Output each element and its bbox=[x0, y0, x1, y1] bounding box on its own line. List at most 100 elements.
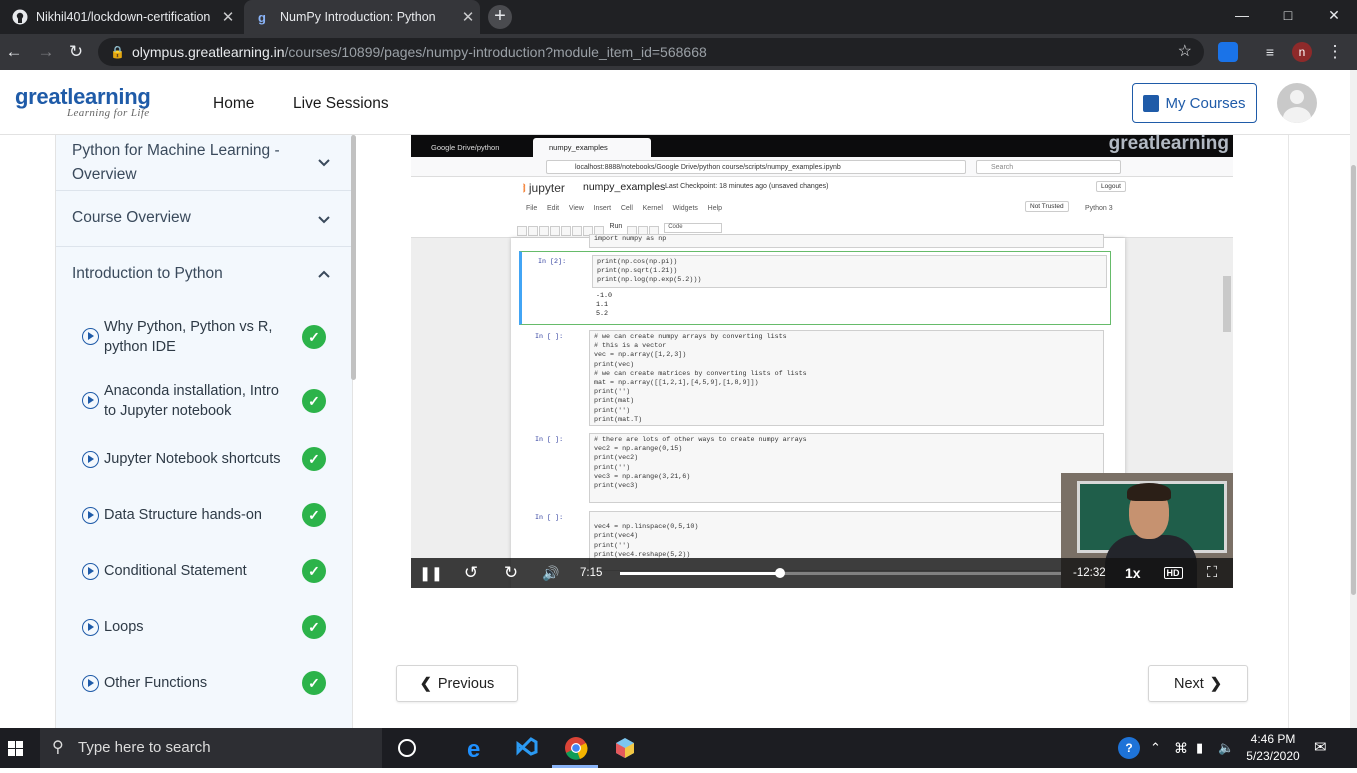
check-icon: ✓ bbox=[302, 615, 326, 639]
section-intro-python[interactable]: Introduction to Python bbox=[56, 247, 352, 303]
user-avatar[interactable] bbox=[1277, 83, 1317, 123]
tab-title: NumPy Introduction: Python bbox=[280, 10, 436, 24]
back-icon[interactable]: ← bbox=[2, 40, 26, 64]
video-player[interactable]: Google Drive/python course/s numpy_examp… bbox=[411, 135, 1233, 588]
wifi-icon[interactable]: ⌘ bbox=[1174, 728, 1188, 768]
system-clock[interactable]: 4:46 PM 5/23/2020 bbox=[1240, 731, 1306, 765]
play-circle-icon bbox=[82, 328, 99, 345]
notebook-cell-selected: In [2]: print(np.cos(np.pi)) print(np.sq… bbox=[519, 251, 1111, 325]
check-icon: ✓ bbox=[302, 559, 326, 583]
chevron-right-icon: ❯ bbox=[1209, 675, 1222, 692]
browser-tab-numpy[interactable]: g NumPy Introduction: Python ✕ bbox=[244, 0, 480, 34]
fullscreen-icon[interactable]: ⛶ bbox=[1201, 558, 1223, 588]
chevron-left-icon: ❮ bbox=[419, 675, 432, 692]
svg-text:g: g bbox=[258, 10, 266, 25]
video-browser-tabs: Google Drive/python course/s numpy_examp… bbox=[411, 135, 1233, 171]
seek-progress bbox=[620, 572, 781, 575]
next-button[interactable]: Next ❯ bbox=[1148, 665, 1248, 702]
video-search: Search bbox=[976, 160, 1121, 174]
playback-speed-button[interactable]: 1x bbox=[1125, 558, 1141, 588]
close-window-icon[interactable]: ✕ bbox=[1311, 0, 1357, 30]
captions-icon[interactable]: HD bbox=[1163, 558, 1183, 588]
lesson-title: Anaconda installation, Intro to Jupyter … bbox=[104, 383, 279, 419]
task-view-icon[interactable] bbox=[395, 736, 419, 760]
page-scrollbar[interactable] bbox=[1350, 70, 1357, 728]
video-address-bar: localhost:8888/notebooks/Google Drive/py… bbox=[411, 157, 1233, 177]
section-title: Course Overview bbox=[72, 209, 191, 226]
notebook-cell: In [ ]: # we can create numpy arrays by … bbox=[519, 330, 1111, 427]
nav-home[interactable]: Home bbox=[213, 95, 254, 113]
rewind-icon[interactable]: ↺ bbox=[459, 558, 483, 588]
jupyter-header: ⧘ jupyter numpy_examples Last Checkpoint… bbox=[411, 177, 1233, 238]
notebook-cell: In [ ]: # there are lots of other ways t… bbox=[519, 433, 1111, 503]
svg-text:e: e bbox=[467, 736, 480, 760]
lesson-title: Data Structure hands-on bbox=[104, 507, 262, 523]
lesson-title: Jupyter Notebook shortcuts bbox=[104, 451, 281, 467]
app-cube-icon[interactable] bbox=[613, 736, 637, 760]
play-circle-icon bbox=[82, 619, 99, 636]
url-path: /courses/10899/pages/numpy-introduction?… bbox=[284, 44, 707, 60]
seek-bar[interactable] bbox=[620, 568, 1061, 578]
nav-live-sessions[interactable]: Live Sessions bbox=[293, 95, 389, 113]
extension-icon[interactable] bbox=[1218, 42, 1238, 62]
browser-tab-strip: Nikhil401/lockdown-certification ✕ g Num… bbox=[0, 0, 1357, 34]
book-icon bbox=[1143, 94, 1160, 112]
help-icon[interactable]: ? bbox=[1118, 728, 1140, 768]
sidebar-scrollbar[interactable] bbox=[351, 135, 356, 380]
battery-icon[interactable]: ▮ bbox=[1196, 728, 1203, 768]
kernel-name: Python 3 bbox=[1085, 205, 1113, 212]
reload-icon[interactable]: ↻ bbox=[64, 40, 88, 64]
browser-tab-github[interactable]: Nikhil401/lockdown-certification ✕ bbox=[0, 0, 240, 34]
site-header: greatlearning Learning for Life Home Liv… bbox=[0, 70, 1357, 135]
my-courses-button[interactable]: My Courses bbox=[1132, 83, 1257, 123]
new-tab-button[interactable]: + bbox=[488, 5, 512, 29]
tray-chevron-icon[interactable]: ⌃ bbox=[1150, 728, 1161, 768]
search-icon: ⚲ bbox=[52, 739, 64, 756]
seek-handle[interactable] bbox=[775, 568, 786, 578]
check-icon: ✓ bbox=[302, 671, 326, 695]
section-course-overview[interactable]: Course Overview bbox=[56, 191, 352, 247]
profile-avatar[interactable]: n bbox=[1292, 42, 1312, 62]
pause-icon[interactable]: ❚❚ bbox=[419, 558, 443, 588]
volume-icon[interactable]: 🔊 bbox=[539, 558, 563, 588]
minimize-icon[interactable]: — bbox=[1219, 0, 1265, 30]
vscode-icon[interactable] bbox=[514, 736, 538, 760]
forward-icon[interactable]: ↻ bbox=[499, 558, 523, 588]
play-circle-icon bbox=[82, 563, 99, 580]
video-url: localhost:8888/notebooks/Google Drive/py… bbox=[546, 160, 966, 174]
lesson-title: Other Functions bbox=[104, 675, 208, 691]
forward-icon[interactable]: → bbox=[34, 40, 58, 64]
edge-icon[interactable]: e bbox=[465, 736, 489, 763]
notebook-cell: import numpy as np bbox=[519, 234, 1111, 248]
windows-start-icon[interactable] bbox=[0, 728, 38, 768]
taskbar: ⚲ Type here to search e ? ⌃ ⌘ ▮ 🔈 4:46 P… bbox=[0, 728, 1357, 768]
maximize-icon[interactable]: □ bbox=[1265, 0, 1311, 30]
chrome-icon[interactable] bbox=[564, 736, 588, 760]
remaining-time: -12:32 bbox=[1073, 567, 1106, 579]
taskbar-search[interactable]: ⚲ Type here to search bbox=[40, 728, 382, 768]
notifications-icon[interactable]: ✉ bbox=[1314, 728, 1327, 768]
bookmark-star-icon[interactable]: ☆ bbox=[1178, 38, 1192, 66]
media-control-icon[interactable]: ≡ bbox=[1260, 42, 1280, 62]
section-python-ml-overview[interactable]: Python for Machine Learning - Overview bbox=[56, 135, 352, 191]
check-icon: ✓ bbox=[302, 325, 326, 349]
video-tab: Google Drive/python course/s bbox=[431, 143, 500, 171]
play-circle-icon bbox=[82, 507, 99, 524]
current-time: 7:15 bbox=[580, 567, 603, 579]
more-menu-icon[interactable]: ⋮ bbox=[1323, 40, 1347, 64]
close-tab-icon[interactable]: ✕ bbox=[216, 8, 240, 26]
volume-tray-icon[interactable]: 🔈 bbox=[1218, 728, 1234, 768]
close-tab-icon[interactable]: ✕ bbox=[456, 8, 480, 26]
url-field[interactable]: 🔒 olympus.greatlearning.in/courses/10899… bbox=[98, 38, 1204, 66]
jupyter-menu: File Edit View Insert Cell Kernel Widget… bbox=[526, 205, 723, 212]
page: greatlearning Learning for Life Home Liv… bbox=[0, 70, 1357, 728]
video-controls: ❚❚ ↺ ↻ 🔊 7:15 -12:32 1x HD ⛶ bbox=[411, 558, 1233, 588]
previous-button[interactable]: ❮ Previous bbox=[396, 665, 518, 702]
play-circle-icon bbox=[82, 675, 99, 692]
content-divider bbox=[1288, 135, 1289, 728]
greatlearning-watermark: greatlearning bbox=[1108, 135, 1229, 154]
check-icon: ✓ bbox=[302, 447, 326, 471]
notebook-name: numpy_examples bbox=[583, 181, 666, 193]
greatlearning-logo[interactable]: greatlearning Learning for Life bbox=[15, 84, 151, 119]
lesson-title: Conditional Statement bbox=[104, 563, 247, 579]
